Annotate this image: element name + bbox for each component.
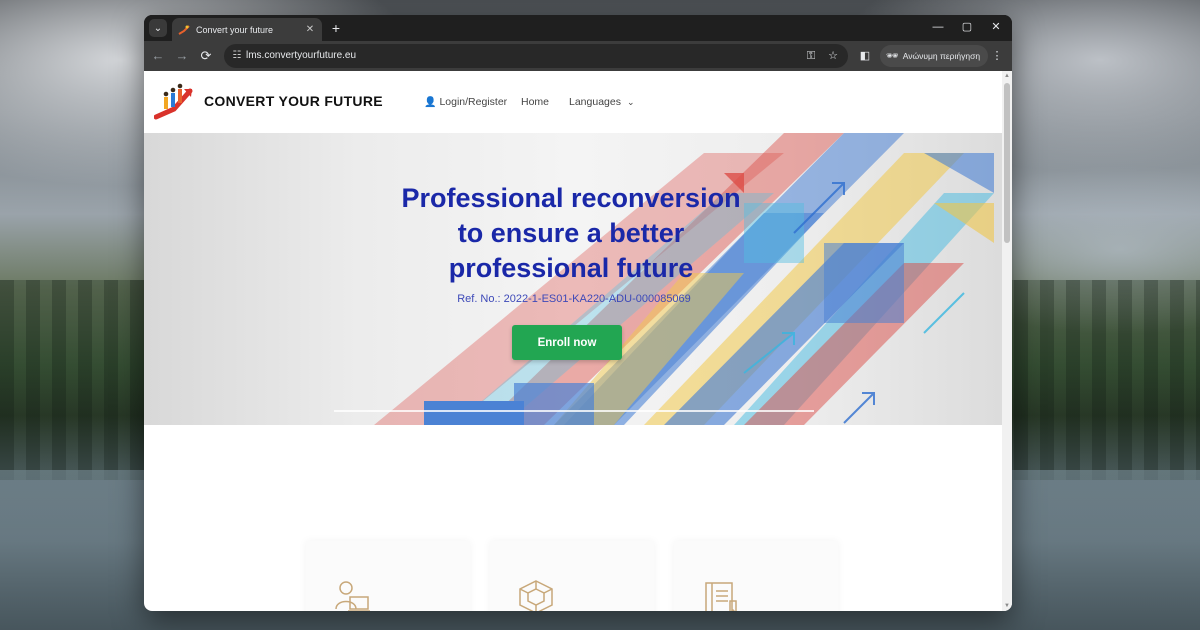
hero-title-line: Professional reconversion: [401, 183, 741, 213]
tab-bar: ⌄ Convert your future ✕ + — ▢ ✕: [144, 15, 1012, 41]
site-logo[interactable]: [154, 83, 194, 121]
hero-banner: Professional reconversion to ensure a be…: [144, 133, 1002, 425]
hero-title-line: to ensure a better: [457, 218, 685, 248]
feature-cards: [306, 541, 846, 611]
browser-toolbar: ← → ⟳ ☷ lms.convertyourfuture.eu ⚿ ☆ ◧ 🕶…: [144, 41, 1012, 71]
incognito-badge[interactable]: 🕶 Ανώνυμη περιήγηση: [880, 45, 989, 67]
feature-card[interactable]: [674, 541, 838, 611]
nav-login-label: Login/Register: [439, 96, 508, 108]
hero-divider: [334, 410, 814, 412]
star-icon[interactable]: ☆: [826, 49, 840, 63]
online-learner-icon: [335, 581, 370, 611]
scrollbar-thumb[interactable]: [1004, 83, 1010, 243]
nav-languages-label: Languages: [569, 96, 621, 108]
chevron-down-icon: ⌄: [153, 22, 163, 34]
key-icon[interactable]: ⚿: [804, 49, 818, 63]
side-panel-icon[interactable]: ◧: [858, 49, 872, 63]
page-viewport: CONVERT YOUR FUTURE 👤 Login/Register Hom…: [144, 71, 1012, 611]
nav-home[interactable]: Home: [521, 96, 549, 108]
tab-active[interactable]: Convert your future ✕: [172, 18, 322, 41]
enroll-now-button[interactable]: Enroll now: [512, 325, 622, 360]
user-icon: 👤: [424, 96, 437, 108]
site-header: CONVERT YOUR FUTURE 👤 Login/Register Hom…: [144, 71, 1002, 133]
reload-button[interactable]: ⟳: [198, 48, 214, 64]
feature-card[interactable]: [306, 541, 470, 611]
new-tab-button[interactable]: +: [328, 20, 344, 36]
scroll-down-icon[interactable]: ▼: [1003, 602, 1011, 610]
cube-network-icon: [519, 580, 553, 611]
tune-icon[interactable]: ☷: [230, 49, 244, 63]
tab-close-icon[interactable]: ✕: [304, 24, 316, 35]
page-scrollbar[interactable]: ▲ ▼: [1002, 71, 1012, 611]
feature-card[interactable]: [490, 541, 654, 611]
nav-languages[interactable]: Languages ⌄: [569, 96, 635, 108]
site-brand-name[interactable]: CONVERT YOUR FUTURE: [204, 93, 383, 109]
more-vert-icon[interactable]: ⋮: [990, 49, 1004, 63]
close-window-button[interactable]: ✕: [988, 20, 1004, 34]
book-certificate-icon: [705, 582, 737, 611]
favicon-icon: [178, 24, 190, 35]
tab-search-button[interactable]: ⌄: [149, 19, 167, 37]
incognito-icon: 🕶: [886, 50, 899, 62]
back-button[interactable]: ←: [150, 48, 166, 64]
maximize-button[interactable]: ▢: [959, 20, 975, 34]
scroll-up-icon[interactable]: ▲: [1003, 72, 1011, 80]
address-bar[interactable]: ☷ lms.convertyourfuture.eu ⚿ ☆: [224, 44, 848, 68]
nav-home-label: Home: [521, 96, 550, 108]
chevron-down-icon: ⌄: [626, 96, 635, 107]
tab-title: Convert your future: [196, 24, 274, 35]
minimize-button[interactable]: —: [930, 20, 946, 34]
project-reference: Ref. No.: 2022-1-ES01-KA220-ADU-00008506…: [457, 293, 691, 305]
incognito-label: Ανώνυμη περιήγηση: [902, 51, 981, 61]
browser-window: ⌄ Convert your future ✕ + — ▢ ✕ ← → ⟳ ☷ …: [144, 15, 1012, 611]
hero-title-line: professional future: [448, 253, 694, 283]
nav-login[interactable]: 👤 Login/Register: [424, 96, 507, 108]
forward-button[interactable]: →: [174, 48, 190, 64]
hero-title: Professional reconversion to ensure a be…: [359, 181, 783, 286]
url-text[interactable]: lms.convertyourfuture.eu: [246, 50, 356, 61]
